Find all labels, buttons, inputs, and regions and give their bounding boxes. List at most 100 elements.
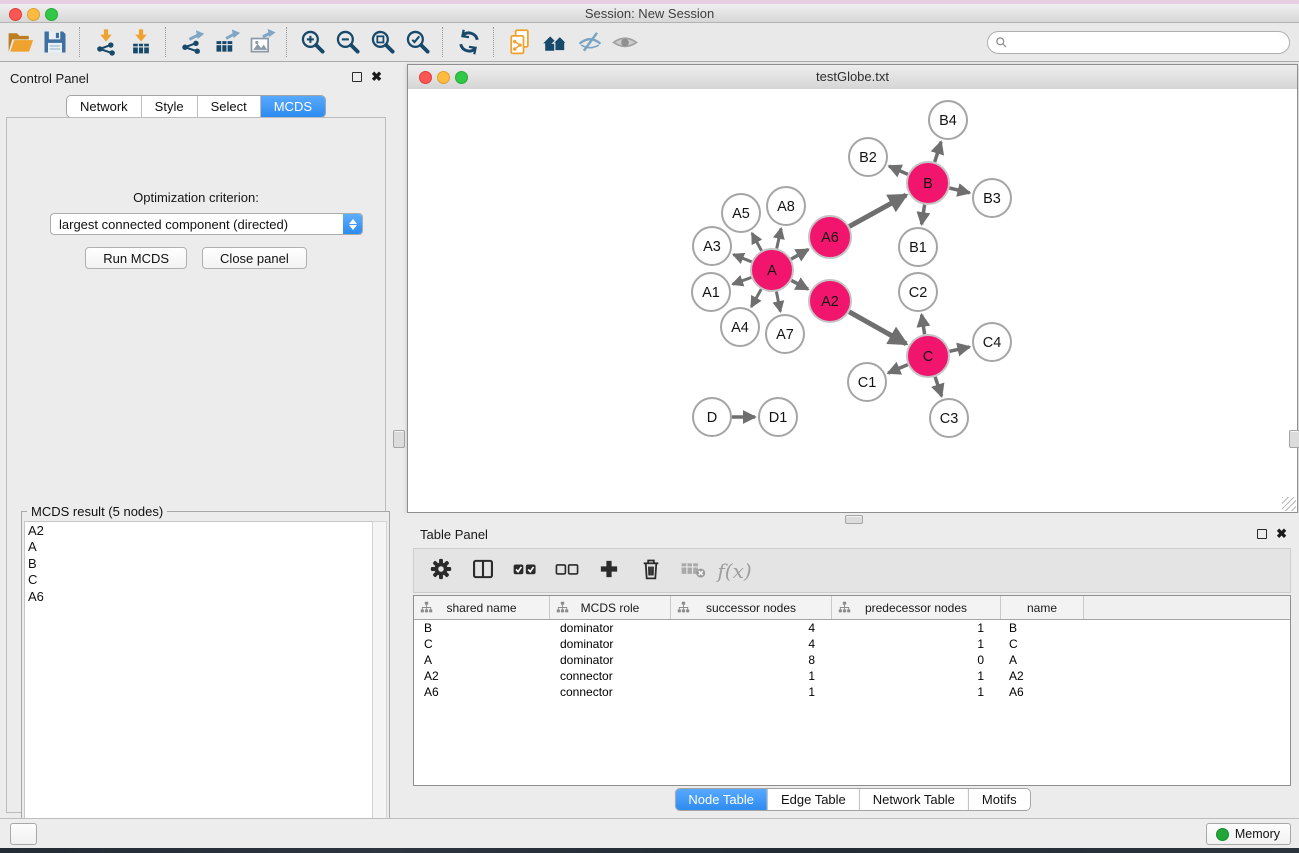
table-cell[interactable]: 1: [671, 668, 832, 684]
table-cell[interactable]: 1: [832, 668, 1001, 684]
table-cell[interactable]: 4: [671, 636, 832, 652]
table-cell[interactable]: dominator: [550, 652, 671, 668]
tab-select[interactable]: Select: [197, 96, 260, 117]
table-cell[interactable]: A6: [414, 684, 550, 700]
horizontal-splitter[interactable]: [406, 513, 1299, 524]
import-table-button[interactable]: [123, 25, 158, 59]
column-header-successor-nodes[interactable]: successor nodes: [671, 596, 832, 619]
deselect-all-rows-button[interactable]: [550, 554, 583, 587]
graph-node-C4[interactable]: C4: [973, 323, 1011, 361]
graph-edge-B-B1[interactable]: [922, 205, 925, 225]
graph-edge-C-C4[interactable]: [950, 347, 970, 351]
graph-edge-B-B3[interactable]: [949, 188, 969, 193]
graph-edge-A-A3[interactable]: [733, 255, 751, 262]
table-row[interactable]: A6connector11A6: [414, 684, 1290, 700]
first-neighbors-button[interactable]: [537, 25, 572, 59]
graph-node-B[interactable]: B: [907, 162, 949, 204]
mcds-result-item[interactable]: A6: [28, 589, 372, 605]
table-cell[interactable]: 1: [832, 684, 1001, 700]
column-settings-button[interactable]: [424, 554, 457, 587]
graph-node-C3[interactable]: C3: [930, 399, 968, 437]
table-cell[interactable]: dominator: [550, 620, 671, 636]
column-header-predecessor-nodes[interactable]: predecessor nodes: [832, 596, 1001, 619]
zoom-selected-button[interactable]: [400, 25, 435, 59]
close-panel-button[interactable]: Close panel: [202, 247, 307, 269]
table-row[interactable]: Cdominator41C: [414, 636, 1290, 652]
import-network-button[interactable]: [88, 25, 123, 59]
memory-button[interactable]: Memory: [1206, 823, 1291, 845]
hide-selected-button[interactable]: [572, 25, 607, 59]
graph-edge-A2-C[interactable]: [849, 312, 906, 344]
tab-network[interactable]: Network: [67, 96, 141, 117]
graph-node-C2[interactable]: C2: [899, 273, 937, 311]
graph-node-B4[interactable]: B4: [929, 101, 967, 139]
graph-edge-A-A1[interactable]: [733, 278, 752, 285]
export-image-button[interactable]: [244, 25, 279, 59]
graph-node-A8[interactable]: A8: [767, 187, 805, 225]
graph-node-A1[interactable]: A1: [692, 273, 730, 311]
tab-style[interactable]: Style: [141, 96, 197, 117]
graph-node-B1[interactable]: B1: [899, 228, 937, 266]
graph-node-D1[interactable]: D1: [759, 398, 797, 436]
network-window-titlebar[interactable]: testGlobe.txt: [408, 65, 1297, 90]
tab-node-table[interactable]: Node Table: [675, 789, 767, 810]
delete-table-button[interactable]: [676, 554, 709, 587]
open-session-button[interactable]: [2, 25, 37, 59]
table-cell[interactable]: 1: [832, 620, 1001, 636]
table-row[interactable]: A2connector11A2: [414, 668, 1290, 684]
select-all-rows-button[interactable]: [508, 554, 541, 587]
graph-edge-C-C3[interactable]: [935, 377, 942, 396]
tab-mcds[interactable]: MCDS: [260, 96, 325, 117]
horizontal-splitter-grip[interactable]: [845, 515, 863, 524]
table-cell[interactable]: C: [1001, 636, 1084, 652]
graph-edge-A-A4[interactable]: [751, 289, 761, 307]
criterion-dropdown[interactable]: largest connected component (directed): [50, 213, 363, 235]
table-cell[interactable]: connector: [550, 668, 671, 684]
graph-edge-A-A2[interactable]: [791, 280, 808, 289]
graph-node-A4[interactable]: A4: [721, 308, 759, 346]
table-cell[interactable]: A2: [1001, 668, 1084, 684]
table-cell[interactable]: B: [414, 620, 550, 636]
graph-edge-C-C2[interactable]: [922, 315, 925, 335]
graph-node-C1[interactable]: C1: [848, 363, 886, 401]
delete-column-button[interactable]: [634, 554, 667, 587]
tab-motifs[interactable]: Motifs: [968, 789, 1030, 810]
graph-edge-A-A8[interactable]: [777, 229, 781, 249]
table-cell[interactable]: A6: [1001, 684, 1084, 700]
column-header-MCDS-role[interactable]: MCDS role: [550, 596, 671, 619]
apply-layout-button[interactable]: [451, 25, 486, 59]
graph-node-C[interactable]: C: [907, 335, 949, 377]
graph-node-A2[interactable]: A2: [809, 280, 851, 322]
add-column-button[interactable]: [592, 554, 625, 587]
graph-node-A6[interactable]: A6: [809, 216, 851, 258]
table-cell[interactable]: connector: [550, 684, 671, 700]
table-row[interactable]: Adominator80A: [414, 652, 1290, 668]
float-table-panel-icon[interactable]: [1257, 529, 1267, 539]
graph-node-B3[interactable]: B3: [973, 179, 1011, 217]
task-history-button[interactable]: [10, 823, 37, 845]
mcds-result-item[interactable]: C: [28, 572, 372, 588]
search-input[interactable]: [1008, 34, 1289, 52]
function-builder-button[interactable]: f(x): [718, 554, 751, 587]
table-cell[interactable]: A: [1001, 652, 1084, 668]
graph-edge-B-B2[interactable]: [889, 166, 908, 174]
save-session-button[interactable]: [37, 25, 72, 59]
tab-edge-table[interactable]: Edge Table: [767, 789, 859, 810]
network-from-selection-button[interactable]: [502, 25, 537, 59]
vertical-splitter-grip[interactable]: [393, 430, 405, 448]
graph-node-A5[interactable]: A5: [722, 194, 760, 232]
table-cell[interactable]: 8: [671, 652, 832, 668]
table-cell[interactable]: A: [414, 652, 550, 668]
export-table-button[interactable]: [209, 25, 244, 59]
table-cell[interactable]: 4: [671, 620, 832, 636]
show-all-button[interactable]: [607, 25, 642, 59]
column-header-shared-name[interactable]: shared name: [414, 596, 550, 619]
graph-edge-A6-B[interactable]: [849, 195, 906, 226]
graph-edge-A-A7[interactable]: [776, 292, 780, 312]
network-canvas[interactable]: B4B2BB3A8A5A6A3B1AA1C2A2A4A7C4CC1C3DD1: [408, 89, 1297, 512]
zoom-in-button[interactable]: [295, 25, 330, 59]
run-mcds-button[interactable]: Run MCDS: [85, 247, 187, 269]
split-view-button[interactable]: [466, 554, 499, 587]
float-panel-icon[interactable]: [352, 72, 362, 82]
graph-edge-A-A5[interactable]: [752, 233, 762, 251]
